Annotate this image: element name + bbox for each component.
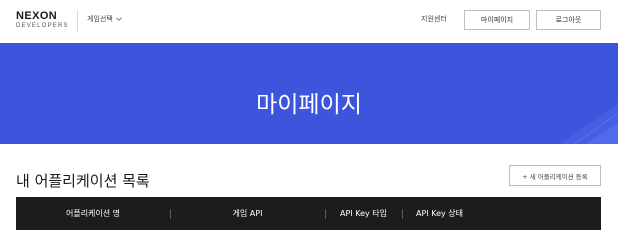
- game-select-label: 게임선택: [87, 15, 113, 23]
- column-header-app-name: 어플리케이션 명: [65, 209, 121, 218]
- column-header-key-status: API Key 상태: [416, 209, 463, 218]
- nexon-developers-logo[interactable]: NEXON DEVELOPERS: [16, 11, 70, 33]
- game-select-dropdown[interactable]: 게임선택: [87, 14, 123, 24]
- header-divider: [77, 10, 78, 32]
- top-header: NEXON DEVELOPERS 게임선택 지원센터 마이페이지 로그아웃: [0, 0, 618, 43]
- hero-banner: 마이페이지: [0, 43, 618, 144]
- logout-button[interactable]: 로그아웃: [536, 10, 601, 30]
- support-center-link[interactable]: 지원센터: [421, 14, 447, 24]
- chevron-down-icon: [115, 17, 122, 21]
- column-header-game-api: 게임 API: [232, 209, 263, 218]
- app-table-header: 어플리케이션 명 게임 API API Key 타입 API Key 상태: [16, 197, 601, 230]
- column-header-key-type: API Key 타입: [340, 209, 387, 218]
- logo-main-text: NEXON: [16, 10, 58, 22]
- app-list-title: 내 어플리케이션 목록: [16, 172, 150, 190]
- mypage-button[interactable]: 마이페이지: [464, 10, 530, 30]
- logo-sub-text: DEVELOPERS: [16, 23, 69, 29]
- page-title: 마이페이지: [256, 92, 362, 119]
- register-app-button[interactable]: + 새 어플리케이션 등록: [509, 165, 601, 186]
